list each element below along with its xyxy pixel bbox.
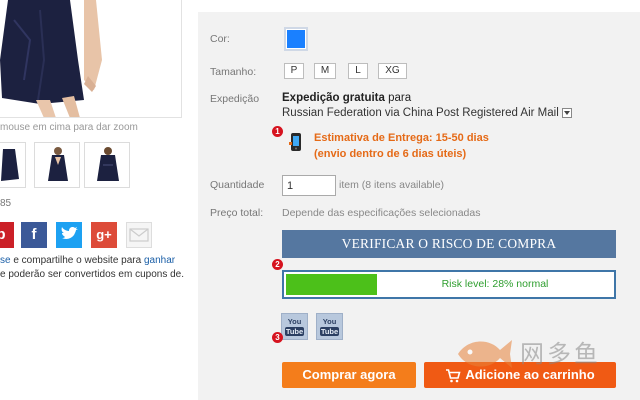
email-icon[interactable] (126, 222, 152, 248)
size-option-p[interactable]: P (284, 63, 304, 79)
youtube-label-top: You (287, 317, 302, 326)
risk-level-text: Risk level: 28% normal (441, 278, 549, 290)
dress-image (0, 0, 181, 117)
price-label: Preço total: (210, 207, 264, 219)
share-reward-text: se e compartilhe o website para ganhar e… (0, 254, 190, 282)
google-plus-glyph: g+ (96, 227, 112, 242)
delivery-estimate: Estimativa de Entrega: 15-50 dias (envio… (314, 130, 489, 162)
shipping-suffix: para (384, 92, 412, 104)
youtube-label-bottom: Tube (285, 327, 304, 336)
facebook-glyph: f (31, 226, 37, 243)
shipping-route: Russian Federation via China Post Regist… (282, 107, 572, 119)
thumbnail-strip (0, 142, 190, 190)
shipping-dropdown-icon[interactable] (561, 107, 572, 118)
facebook-icon[interactable]: f (21, 222, 47, 248)
marker-badge-3: 3 (272, 332, 283, 343)
shipping-route-text: Russian Federation via China Post Regist… (282, 107, 559, 119)
free-shipping-text: Expedição gratuita (282, 92, 385, 104)
thumbnail-image (85, 143, 129, 187)
image-count: 85 (0, 198, 12, 209)
product-main-image[interactable] (0, 0, 182, 118)
price-value: Depende das especificações selecionadas (282, 207, 481, 219)
quantity-availability: item (8 itens available) (339, 179, 445, 191)
shipping-method: Expedição gratuita para (282, 92, 411, 104)
pinterest-icon[interactable]: p (0, 222, 14, 248)
envelope-shape (129, 228, 149, 242)
color-label: Cor: (210, 33, 230, 45)
thumbnail-image (35, 143, 79, 187)
youtube-label-top: You (322, 317, 337, 326)
risk-level-meter: Risk level: 28% normal (282, 270, 616, 299)
quantity-label: Quantidade (210, 179, 265, 191)
size-label: Tamanho: (210, 66, 257, 78)
youtube-icon[interactable]: You Tube (281, 313, 308, 340)
size-option-xg[interactable]: XG (378, 63, 407, 79)
buy-now-button[interactable]: Comprar agora (282, 362, 416, 388)
share-link[interactable]: se (0, 255, 11, 266)
watermark-text: 网多鱼 (520, 341, 601, 368)
color-swatch-fill (287, 30, 305, 48)
thumbnail-2[interactable] (34, 142, 80, 188)
size-option-l[interactable]: L (348, 63, 368, 79)
product-gallery: mouse em cima para dar zoom 85 p f g+ se… (0, 0, 190, 400)
twitter-icon[interactable] (56, 222, 82, 248)
delivery-estimate-line2: (envio dentro de 6 dias úteis) (314, 148, 467, 160)
marker-badge-2: 2 (272, 259, 283, 270)
color-swatch-blue[interactable] (284, 27, 308, 51)
verify-risk-button[interactable]: VERIFICAR O RISCO DE COMPRA (282, 230, 616, 258)
delivery-phone-icon (289, 133, 301, 151)
marker-badge-1: 1 (272, 126, 283, 137)
thumbnail-1[interactable] (0, 142, 26, 188)
size-option-m[interactable]: M (314, 63, 336, 79)
shipping-label: Expedição (210, 93, 260, 105)
watermark: 网多鱼 (454, 328, 604, 372)
share-text-line2: e poderão ser convertidos em cupons de. (0, 269, 184, 280)
quantity-input[interactable] (282, 175, 336, 196)
thumbnail-image (0, 143, 25, 187)
delivery-estimate-line1: Estimativa de Entrega: 15-50 dias (314, 132, 489, 144)
youtube-icon[interactable]: You Tube (316, 313, 343, 340)
earn-link[interactable]: ganhar (144, 255, 175, 266)
twitter-bird (61, 227, 78, 239)
fish-logo-icon (458, 340, 512, 368)
thumbnail-3[interactable] (84, 142, 130, 188)
zoom-hint: mouse em cima para dar zoom (0, 122, 138, 133)
share-text-line1: e compartilhe o website para (10, 255, 144, 266)
google-plus-icon[interactable]: g+ (91, 222, 117, 248)
youtube-label-bottom: Tube (320, 327, 339, 336)
